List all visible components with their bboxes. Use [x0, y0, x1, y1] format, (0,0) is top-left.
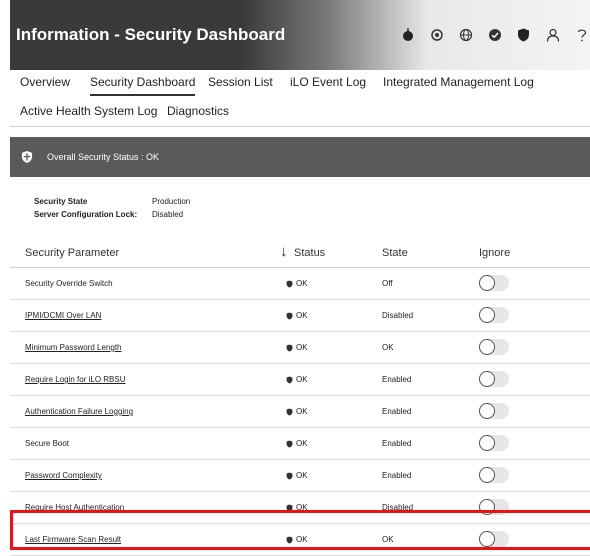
status-cell: OK — [286, 407, 308, 416]
ignore-toggle[interactable] — [479, 307, 509, 323]
column-header-parameter[interactable]: Security Parameter — [25, 247, 119, 259]
shield-icon[interactable] — [509, 24, 538, 46]
status-text: OK — [296, 311, 308, 320]
state-value: OK — [382, 343, 394, 352]
column-header-ignore[interactable]: Ignore — [479, 247, 510, 259]
parameter-name[interactable]: Require Login for iLO RBSU — [25, 375, 126, 384]
ignore-toggle[interactable] — [479, 467, 509, 483]
security-parameters-table: Security Parameter ↓ Status State Ignore… — [10, 237, 590, 556]
sort-arrow-icon[interactable]: ↓ — [280, 243, 288, 260]
shield-status-icon — [286, 376, 293, 383]
parameter-name[interactable]: Minimum Password Length — [25, 343, 121, 352]
column-header-status[interactable]: Status — [294, 247, 325, 259]
state-value: Enabled — [382, 439, 412, 448]
shield-status-icon — [286, 280, 293, 287]
state-value: Enabled — [382, 375, 412, 384]
tab-bar-primary: Overview Security Dashboard Session List… — [10, 70, 590, 96]
status-text: OK — [296, 407, 308, 416]
highlight-box — [10, 510, 590, 550]
status-cell: OK — [286, 279, 308, 288]
tab-active-health-system-log[interactable]: Active Health System Log — [20, 104, 157, 118]
toggle-knob — [479, 467, 495, 483]
tab-integrated-management-log[interactable]: Integrated Management Log — [383, 75, 534, 89]
parameter-name[interactable]: IPMI/DCMI Over LAN — [25, 311, 101, 320]
tabs-divider — [10, 126, 590, 127]
overall-status-text: Overall Security Status : OK — [47, 152, 160, 162]
shield-icon — [21, 151, 33, 163]
status-text: OK — [296, 375, 308, 384]
tab-diagnostics[interactable]: Diagnostics — [167, 104, 229, 118]
shield-status-icon — [286, 312, 293, 319]
location-icon[interactable] — [422, 24, 451, 46]
tab-overview[interactable]: Overview — [20, 75, 70, 89]
ignore-toggle[interactable] — [479, 275, 509, 291]
status-cell: OK — [286, 471, 308, 480]
status-cell: OK — [286, 439, 308, 448]
table-row: Minimum Password Length OK OK — [10, 332, 590, 364]
ignore-toggle[interactable] — [479, 371, 509, 387]
check-circle-icon[interactable] — [480, 24, 509, 46]
table-row: Authentication Failure Logging OK Enabled — [10, 396, 590, 428]
table-row: IPMI/DCMI Over LAN OK Disabled — [10, 300, 590, 332]
table-row: Secure Boot OK Enabled — [10, 428, 590, 460]
toggle-knob — [479, 275, 495, 291]
table-row: Require Login for iLO RBSU OK Enabled — [10, 364, 590, 396]
user-icon[interactable] — [538, 24, 567, 46]
overall-status-bar: Overall Security Status : OK — [10, 137, 590, 177]
tab-session-list[interactable]: Session List — [208, 75, 273, 89]
security-info: Security State Production Server Configu… — [34, 197, 190, 223]
state-value: Off — [382, 279, 393, 288]
security-state-value: Production — [152, 197, 191, 206]
toggle-knob — [479, 339, 495, 355]
status-text: OK — [296, 439, 308, 448]
parameter-name[interactable]: Password Complexity — [25, 471, 102, 480]
state-value: Enabled — [382, 471, 412, 480]
shield-status-icon — [286, 344, 293, 351]
parameter-name[interactable]: Authentication Failure Logging — [25, 407, 133, 416]
config-lock-value: Disabled — [152, 210, 184, 219]
column-header-state[interactable]: State — [382, 247, 408, 259]
ignore-toggle[interactable] — [479, 435, 509, 451]
status-cell: OK — [286, 375, 308, 384]
table-row: Security Override Switch OK Off — [10, 268, 590, 300]
status-cell: OK — [286, 343, 308, 352]
config-lock-label: Server Configuration Lock: — [34, 210, 138, 219]
status-text: OK — [296, 343, 308, 352]
toggle-knob — [479, 435, 495, 451]
shield-status-icon — [286, 440, 293, 447]
tab-ilo-event-log[interactable]: iLO Event Log — [290, 75, 366, 89]
parameter-name: Secure Boot — [25, 439, 70, 448]
state-value: Disabled — [382, 311, 414, 320]
page-title: Information - Security Dashboard — [16, 25, 286, 44]
state-value: Enabled — [382, 407, 412, 416]
ignore-toggle[interactable] — [479, 339, 509, 355]
help-icon[interactable] — [567, 24, 590, 46]
toggle-knob — [479, 307, 495, 323]
shield-status-icon — [286, 408, 293, 415]
tab-bar-secondary: Active Health System Log Diagnostics — [10, 99, 590, 125]
toggle-knob — [479, 371, 495, 387]
power-icon[interactable] — [393, 24, 422, 46]
ignore-toggle[interactable] — [479, 403, 509, 419]
table-row: Password Complexity OK Enabled — [10, 460, 590, 492]
security-state-label: Security State — [34, 197, 88, 206]
globe-icon[interactable] — [451, 24, 480, 46]
parameter-name: Security Override Switch — [25, 279, 113, 288]
table-header: Security Parameter ↓ Status State Ignore — [10, 237, 590, 268]
status-text: OK — [296, 471, 308, 480]
shield-status-icon — [286, 472, 293, 479]
status-cell: OK — [286, 311, 308, 320]
status-text: OK — [296, 279, 308, 288]
toggle-knob — [479, 403, 495, 419]
tab-security-dashboard[interactable]: Security Dashboard — [90, 75, 196, 96]
header-toolbar — [393, 24, 590, 46]
